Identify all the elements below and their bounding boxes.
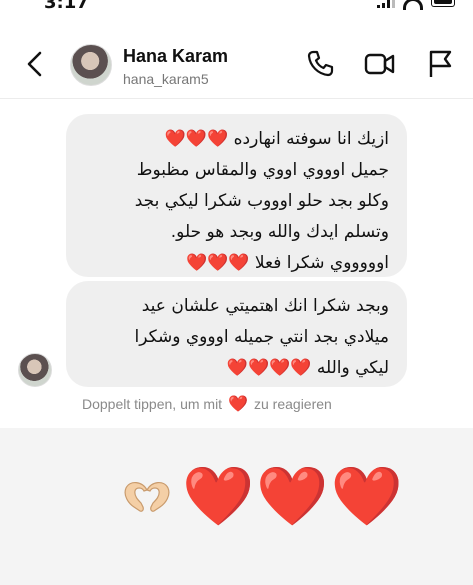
voice-call-button[interactable] — [304, 48, 336, 80]
chat-header: Hana Karam hana_karam5 — [0, 18, 473, 99]
message-line: ميلادي بجد انتي جميله اوووي وشكرا — [134, 327, 389, 347]
message-line: وتسلم ايدك والله وبجد هو حلو. — [170, 222, 389, 242]
heart-reaction[interactable]: ❤️ — [256, 466, 328, 526]
flag-icon — [429, 50, 452, 77]
message-line: وبجد شكرا انك اهتميتي علشان عيد — [141, 296, 389, 316]
message-line: ازيك انا سوفته انهارده ❤️❤️❤️ — [164, 129, 389, 149]
phone-icon — [307, 50, 334, 77]
heart-reaction[interactable]: ❤️ — [182, 466, 254, 526]
message-line: اوووووي شكرا فعلا ❤️❤️❤️ — [186, 253, 389, 273]
signal-icon — [377, 0, 395, 8]
wifi-icon — [403, 0, 423, 10]
heart-hands-icon — [124, 482, 170, 512]
contact-handle[interactable]: hana_karam5 — [123, 71, 209, 87]
hint-text-after: zu reagieren — [254, 396, 332, 412]
reaction-row: 🫶 ❤️ ❤️ ❤️ — [118, 466, 403, 526]
message-line: جميل اوووي اووي والمقاس مظبوط — [136, 160, 389, 180]
message-bubble[interactable]: وبجد شكرا انك اهتميتي علشان عيد ميلادي ب… — [66, 281, 407, 387]
heart-hands-reaction[interactable]: 🫶 — [118, 476, 176, 516]
status-bar: 3:17 — [0, 0, 473, 16]
status-icons — [377, 0, 455, 10]
message-line: ليكي والله ❤️❤️❤️❤️ — [226, 358, 389, 378]
message-bubble[interactable]: ازيك انا سوفته انهارده ❤️❤️❤️ جميل اوووي… — [66, 114, 407, 277]
video-call-button[interactable] — [363, 48, 395, 80]
quick-reaction-bar: 🫶 ❤️ ❤️ ❤️ — [0, 428, 473, 585]
message-line: وكلو بجد حلو اوووب شكرا ليكي بجد — [134, 191, 389, 211]
heart-reaction[interactable]: ❤️ — [330, 466, 402, 526]
back-button[interactable] — [24, 51, 46, 77]
battery-icon — [431, 0, 455, 7]
chevron-left-icon — [27, 51, 42, 77]
report-button[interactable] — [424, 48, 456, 80]
video-camera-icon — [364, 53, 395, 75]
hint-text-before: Doppelt tippen, um mit — [82, 396, 223, 412]
avatar[interactable] — [70, 44, 112, 86]
contact-name[interactable]: Hana Karam — [123, 46, 228, 67]
status-time: 3:17 — [44, 0, 89, 13]
reaction-hint: Doppelt tippen, um mit ❤️ zu reagieren — [82, 394, 332, 414]
sender-avatar[interactable] — [18, 353, 52, 387]
heart-icon: ❤️ — [228, 396, 248, 413]
